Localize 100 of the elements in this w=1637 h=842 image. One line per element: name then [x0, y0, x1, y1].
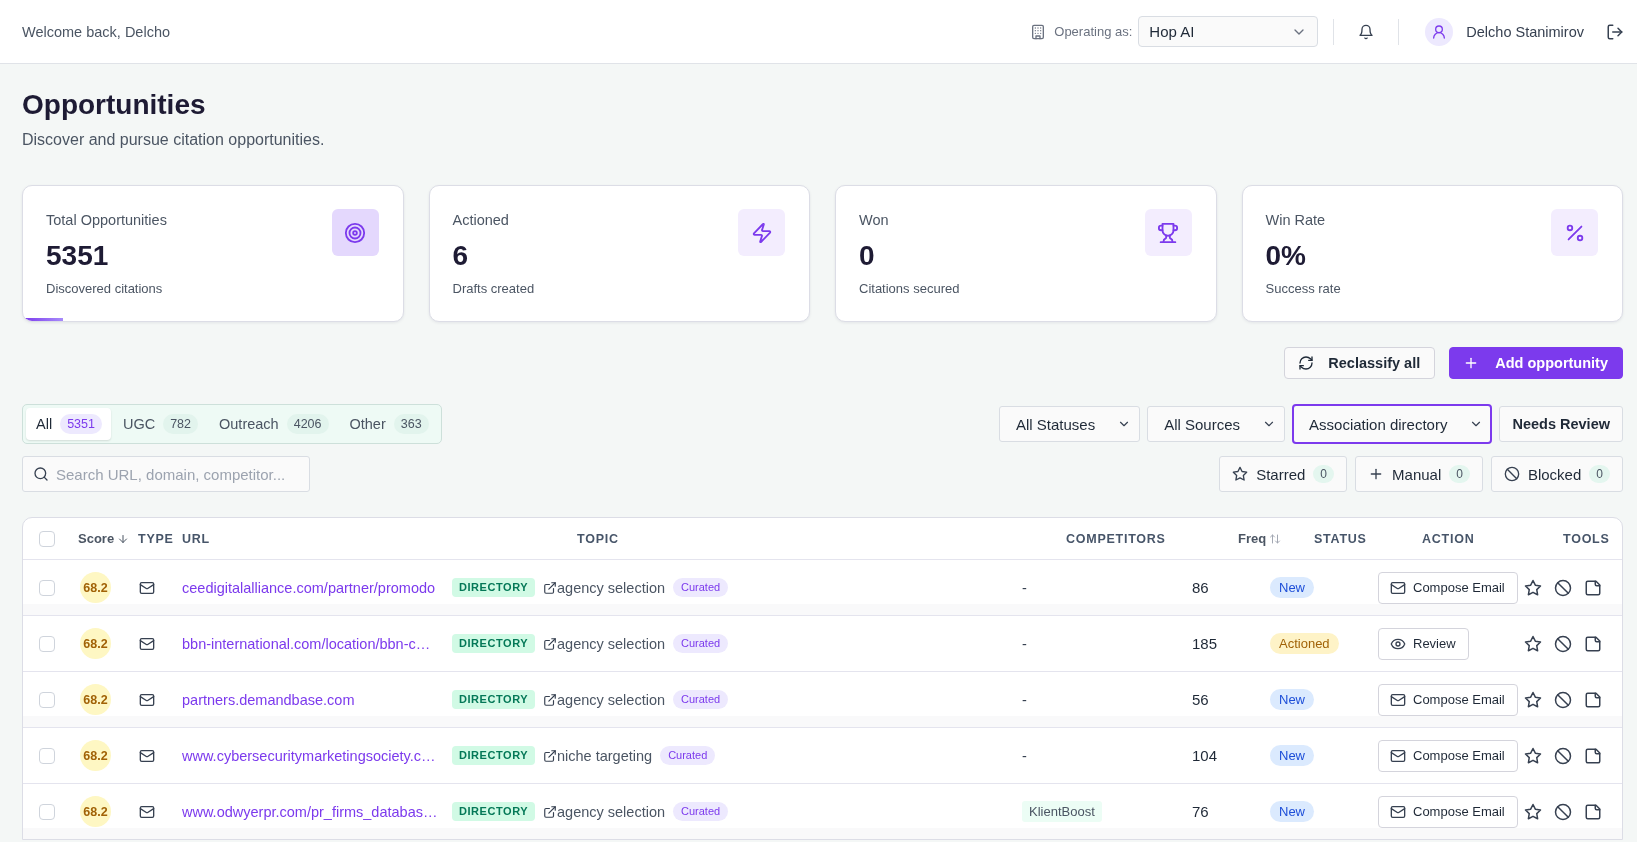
category-tag: DIRECTORY: [452, 634, 536, 653]
mail-icon: [1390, 803, 1406, 820]
mail-icon: [139, 691, 155, 708]
external-link-icon[interactable]: [543, 748, 558, 763]
topic-text: agency selection: [557, 579, 665, 596]
review-button[interactable]: Review: [1378, 627, 1469, 660]
user-avatar-icon[interactable]: [1425, 17, 1454, 46]
ban-icon[interactable]: [1554, 690, 1572, 709]
status-pill: Actioned: [1270, 633, 1339, 654]
note-icon[interactable]: [1584, 802, 1602, 821]
note-icon[interactable]: [1584, 746, 1602, 765]
external-link-icon[interactable]: [543, 692, 558, 707]
url-link[interactable]: www.cybersecuritymarketingsociety.c…: [182, 747, 436, 764]
topic-tag: Curated: [673, 578, 729, 597]
star-icon[interactable]: [1524, 578, 1542, 597]
filter-count: 0: [1313, 465, 1335, 483]
score-badge: 68.2: [80, 796, 111, 827]
compose-email-button[interactable]: Compose Email: [1378, 739, 1518, 772]
category-tab[interactable]: All 5351: [26, 408, 111, 440]
building-icon: [1030, 23, 1047, 40]
stat-label: Total Opportunities: [46, 211, 167, 230]
competitor-text: -: [1022, 635, 1027, 652]
filter-select[interactable]: All Statuses: [998, 406, 1141, 442]
category-tag: DIRECTORY: [452, 746, 536, 765]
stat-card[interactable]: Actioned 6 Drafts created: [428, 185, 810, 322]
search-field[interactable]: Search URL, domain, competitor...: [22, 456, 310, 492]
filter-button[interactable]: Starred 0: [1219, 456, 1348, 492]
row-checkbox[interactable]: [39, 579, 55, 596]
compose-email-button[interactable]: Compose Email: [1378, 571, 1518, 604]
url-link[interactable]: partners.demandbase.com: [182, 691, 355, 708]
status-pill: New: [1270, 745, 1314, 766]
category-tag: DIRECTORY: [452, 578, 536, 597]
star-icon[interactable]: [1524, 746, 1542, 765]
tab-count: 4206: [286, 414, 329, 434]
stat-value: 5351: [46, 239, 109, 273]
account-select[interactable]: Hop AI: [1138, 16, 1319, 47]
page-subtitle: Discover and pursue citation opportunities.: [22, 130, 326, 150]
note-icon[interactable]: [1584, 690, 1602, 709]
ban-icon[interactable]: [1554, 802, 1572, 821]
topic-tag: Curated: [673, 690, 729, 709]
select-all-checkbox[interactable]: [39, 530, 55, 547]
logout-icon[interactable]: [1606, 22, 1624, 41]
compose-email-button[interactable]: Compose Email: [1378, 683, 1518, 716]
row-checkbox[interactable]: [39, 803, 55, 820]
row-checkbox[interactable]: [39, 635, 55, 652]
ban-icon[interactable]: [1554, 578, 1572, 597]
reclassify-button[interactable]: Reclassify all: [1284, 347, 1436, 379]
topic-text: agency selection: [557, 803, 665, 820]
stat-label: Won: [859, 211, 889, 230]
tab-count: 5351: [60, 414, 102, 434]
add-opportunity-button[interactable]: Add opportunity: [1449, 347, 1623, 379]
category-tab[interactable]: UGC 782: [112, 408, 208, 440]
tab-count: 782: [163, 414, 199, 434]
mail-icon: [139, 635, 155, 652]
stat-value: 0: [859, 239, 875, 273]
url-link[interactable]: bbn-international.com/location/bbn-c…: [182, 635, 431, 652]
star-icon[interactable]: [1524, 802, 1542, 821]
filter-select[interactable]: Association directory: [1292, 404, 1493, 444]
stat-card[interactable]: Win Rate 0% Success rate: [1241, 185, 1623, 322]
mail-icon: [139, 579, 155, 596]
note-icon[interactable]: [1584, 634, 1602, 653]
topic-tag: Curated: [660, 746, 716, 765]
sort-down-icon[interactable]: [117, 532, 130, 545]
topic-tag: Curated: [673, 802, 729, 821]
filter-select[interactable]: All Sources: [1147, 406, 1286, 442]
filter-button[interactable]: Blocked 0: [1490, 456, 1623, 492]
category-tab[interactable]: Outreach 4206: [209, 408, 338, 440]
compose-email-button[interactable]: Compose Email: [1378, 795, 1518, 828]
star-icon[interactable]: [1524, 634, 1542, 653]
row-checkbox[interactable]: [39, 691, 55, 708]
filter-count: 0: [1449, 465, 1470, 483]
stat-card[interactable]: Won 0 Citations secured: [835, 185, 1217, 322]
competitor-text: -: [1022, 691, 1027, 708]
external-link-icon[interactable]: [543, 636, 558, 651]
note-icon[interactable]: [1584, 578, 1602, 597]
needs-review-button[interactable]: Needs Review: [1499, 406, 1623, 442]
filter-button[interactable]: Manual 0: [1355, 456, 1483, 492]
competitor-text: -: [1022, 747, 1027, 764]
column-header: URL: [182, 531, 210, 546]
stat-note: Success rate: [1265, 280, 1341, 298]
topic-text: agency selection: [557, 635, 665, 652]
external-link-icon[interactable]: [543, 804, 558, 819]
star-icon: [1232, 466, 1249, 482]
ban-icon[interactable]: [1554, 746, 1572, 765]
row-checkbox[interactable]: [39, 747, 55, 764]
competitor-tag: KlientBoost: [1022, 801, 1102, 822]
stat-label: Win Rate: [1265, 211, 1326, 230]
stat-card[interactable]: Total Opportunities 5351 Discovered citations: [22, 185, 404, 322]
bell-icon[interactable]: [1358, 23, 1375, 40]
column-header[interactable]: Freq: [1238, 531, 1267, 546]
competitor-text: -: [1022, 579, 1027, 596]
url-link[interactable]: ceedigitalalliance.com/partner/promodo: [182, 579, 436, 596]
external-link-icon[interactable]: [543, 580, 558, 595]
star-icon[interactable]: [1524, 690, 1542, 709]
category-tab[interactable]: Other 363: [339, 408, 438, 440]
stat-note: Citations secured: [859, 280, 960, 298]
column-header[interactable]: Score: [78, 531, 115, 546]
url-link[interactable]: www.odwyerpr.com/pr_firms_databas…: [182, 803, 438, 820]
frequency-value: 56: [1192, 691, 1209, 708]
ban-icon[interactable]: [1554, 634, 1572, 653]
